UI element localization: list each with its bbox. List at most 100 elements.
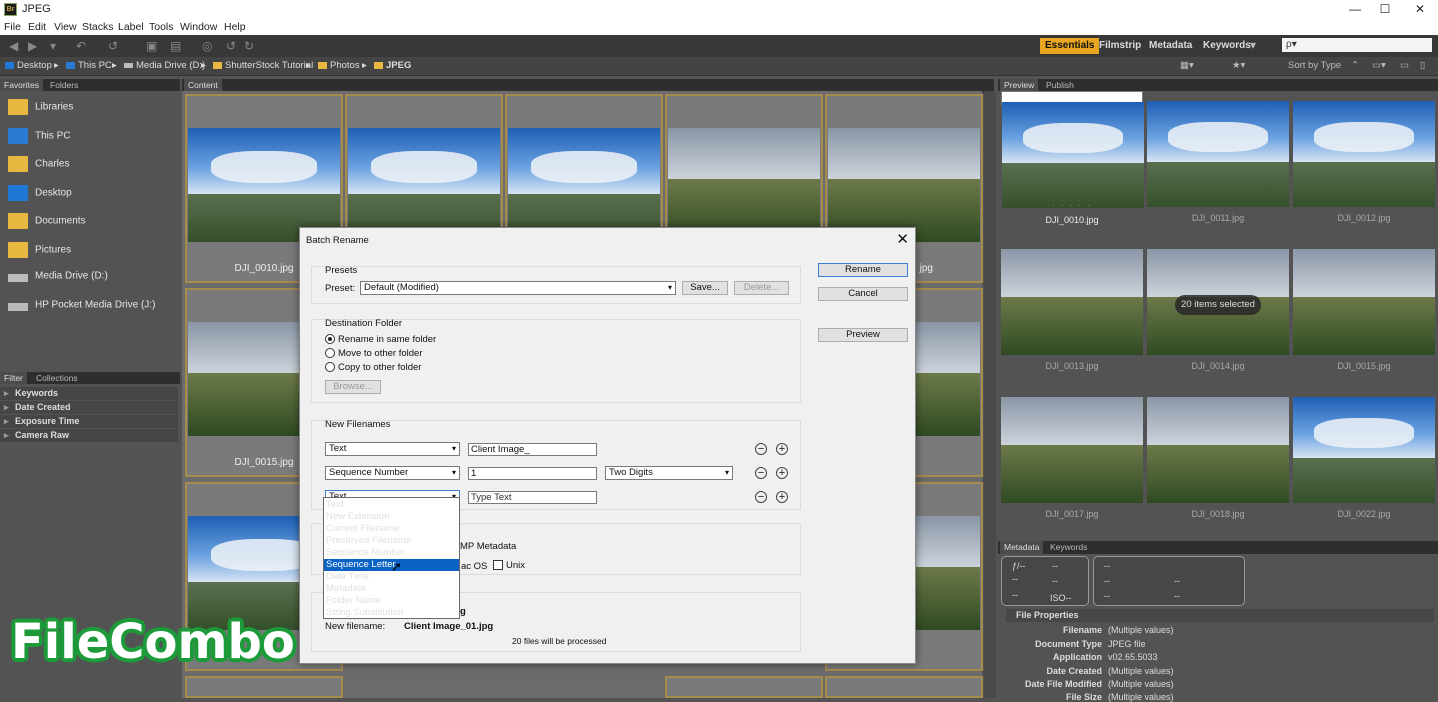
filter-date-created[interactable]: Date Created — [0, 401, 178, 414]
digits-select[interactable]: Two Digits ▾ — [605, 466, 733, 480]
crumb-media-drive[interactable]: Media Drive (D:) — [124, 60, 205, 71]
content-thumbnail[interactable] — [825, 676, 983, 698]
radio-move-other-folder[interactable]: Move to other folder — [325, 348, 423, 359]
rename-button[interactable]: Rename — [818, 263, 908, 277]
add-element-icon[interactable]: + — [776, 443, 788, 455]
open-recent-icon[interactable]: ▭▾ — [1372, 60, 1386, 71]
option-text[interactable]: Text — [324, 499, 459, 511]
favorite-hp-pocket-drive[interactable]: HP Pocket Media Drive (J:) — [8, 299, 155, 311]
new-folder-icon[interactable]: ▭ — [1400, 60, 1409, 71]
favorite-documents[interactable]: Documents — [8, 213, 86, 229]
favorite-media-drive[interactable]: Media Drive (D:) — [8, 270, 108, 282]
tab-metadata[interactable]: Metadata — [1000, 541, 1044, 554]
preview-thumbnail[interactable]: DJI_0022.jpg — [1293, 387, 1435, 525]
crumb-jpeg[interactable]: JPEG — [374, 60, 411, 71]
option-current-filename[interactable]: Current Filename — [324, 523, 459, 535]
preview-button[interactable]: Preview — [818, 328, 908, 342]
rotate-left-icon[interactable]: ↺ — [226, 39, 236, 53]
add-element-icon[interactable]: + — [776, 467, 788, 479]
open-camera-raw-icon[interactable]: ◎ — [202, 39, 212, 53]
save-preset-button[interactable]: Save... — [682, 281, 728, 295]
boomerang-icon[interactable]: ↺ — [108, 39, 118, 53]
menu-view[interactable]: View — [54, 21, 77, 33]
favorite-charles[interactable]: Charles — [8, 156, 69, 172]
file-properties-header[interactable]: File Properties — [1006, 609, 1434, 622]
crumb-desktop[interactable]: Desktop — [5, 60, 52, 71]
recent-dropdown-icon[interactable]: ▾ — [50, 39, 56, 53]
workspace-essentials[interactable]: Essentials — [1040, 38, 1100, 54]
option-new-extension[interactable]: New Extension — [324, 511, 459, 523]
text-element-input[interactable]: Client Image_ — [468, 443, 597, 456]
menu-edit[interactable]: Edit — [28, 21, 46, 33]
preview-thumbnail[interactable]: DJI_0012.jpg — [1293, 91, 1435, 229]
preset-select[interactable]: Default (Modified) ▾ — [360, 281, 676, 295]
sequence-start-input[interactable]: 1 — [468, 467, 597, 480]
menu-tools[interactable]: Tools — [149, 21, 174, 33]
browse-button[interactable]: Browse... — [325, 380, 381, 394]
menu-window[interactable]: Window — [180, 21, 217, 33]
crumb-this-pc[interactable]: This PC — [66, 60, 112, 71]
radio-copy-other-folder[interactable]: Copy to other folder — [325, 362, 421, 373]
menu-file[interactable]: File — [4, 21, 21, 33]
option-preserved-filename[interactable]: Preserved Filename — [324, 535, 459, 547]
preview-thumbnail[interactable]: DJI_0011.jpg — [1147, 91, 1289, 229]
option-folder-name[interactable]: Folder Name — [324, 595, 459, 607]
return-icon[interactable]: ↶ — [76, 39, 86, 53]
sort-by-type-button[interactable]: Sort by Type — [1288, 60, 1341, 71]
cancel-button[interactable]: Cancel — [818, 287, 908, 301]
preview-thumbnail[interactable]: DJI_0018.jpg — [1147, 387, 1289, 525]
forward-icon[interactable]: ▶ — [28, 39, 37, 53]
remove-element-icon[interactable]: − — [755, 467, 767, 479]
workspace-filmstrip[interactable]: Filmstrip — [1094, 38, 1146, 54]
menu-label[interactable]: Label — [118, 21, 144, 33]
maximize-button[interactable]: ☐ — [1370, 0, 1400, 19]
sort-order-icon[interactable]: ⌃ — [1351, 60, 1359, 71]
remove-element-icon[interactable]: − — [755, 491, 767, 503]
rating-filter-icon[interactable]: ★▾ — [1232, 60, 1245, 71]
filter-camera-raw[interactable]: Camera Raw — [0, 429, 178, 442]
content-thumbnail[interactable] — [665, 676, 823, 698]
filter-keywords[interactable]: Keywords — [0, 387, 178, 400]
option-string-substitution[interactable]: String Substitution — [324, 607, 459, 619]
rotate-right-icon[interactable]: ↻ — [244, 39, 254, 53]
menu-help[interactable]: Help — [224, 21, 246, 33]
workspace-keywords[interactable]: Keywords — [1198, 38, 1256, 54]
preview-thumbnail[interactable]: · · · · · DJI_0010.jpg — [1001, 91, 1144, 225]
preview-thumbnail[interactable]: DJI_0013.jpg — [1001, 239, 1143, 377]
content-thumbnail[interactable] — [185, 676, 343, 698]
delete-icon[interactable]: ▯ — [1420, 60, 1425, 71]
close-window-button[interactable]: ✕ — [1405, 0, 1435, 19]
dialog-close-icon[interactable]: ✕ — [896, 230, 909, 248]
camera-import-icon[interactable]: ▣ — [146, 39, 157, 53]
favorite-desktop[interactable]: Desktop — [8, 185, 72, 201]
option-sequence-number[interactable]: Sequence Number — [324, 547, 459, 559]
crumb-shutterstock-tutorial[interactable]: ShutterStock Tutorial — [213, 60, 313, 71]
text-element-input[interactable]: Type Text — [468, 491, 597, 504]
element-type-select[interactable]: Sequence Number ▾ — [325, 466, 460, 480]
favorite-this-pc[interactable]: This PC — [8, 128, 71, 144]
workspace-metadata[interactable]: Metadata — [1144, 38, 1197, 54]
minimize-button[interactable]: — — [1340, 0, 1370, 19]
add-element-icon[interactable]: + — [776, 491, 788, 503]
search-input[interactable]: ρ▾ — [1282, 38, 1432, 52]
delete-preset-button[interactable]: Delete... — [734, 281, 789, 295]
workspace-dropdown-icon[interactable]: ▾ — [1250, 38, 1256, 52]
crumb-photos[interactable]: Photos — [318, 60, 360, 71]
preview-thumbnail[interactable]: DJI_0017.jpg — [1001, 387, 1143, 525]
preview-thumbnail[interactable]: 20 items selected DJI_0014.jpg — [1147, 239, 1289, 377]
filter-exposure-time[interactable]: Exposure Time — [0, 415, 178, 428]
element-type-select[interactable]: Text ▾ — [325, 442, 460, 456]
remove-element-icon[interactable]: − — [755, 443, 767, 455]
content-scrollbar[interactable] — [984, 91, 996, 698]
view-grid-icon[interactable]: ▦▾ — [1180, 60, 1194, 71]
unix-checkbox[interactable]: Unix — [493, 560, 525, 571]
option-metadata[interactable]: Metadata — [324, 583, 459, 595]
back-icon[interactable]: ◀ — [9, 39, 18, 53]
favorite-libraries[interactable]: Libraries — [8, 99, 73, 115]
tab-keywords[interactable]: Keywords — [1046, 541, 1091, 554]
preview-thumbnail[interactable]: DJI_0015.jpg — [1293, 239, 1435, 377]
menu-stacks[interactable]: Stacks — [82, 21, 114, 33]
favorite-pictures[interactable]: Pictures — [8, 242, 71, 258]
radio-rename-same-folder[interactable]: Rename in same folder — [325, 334, 436, 345]
refine-icon[interactable]: ▤ — [170, 39, 181, 53]
